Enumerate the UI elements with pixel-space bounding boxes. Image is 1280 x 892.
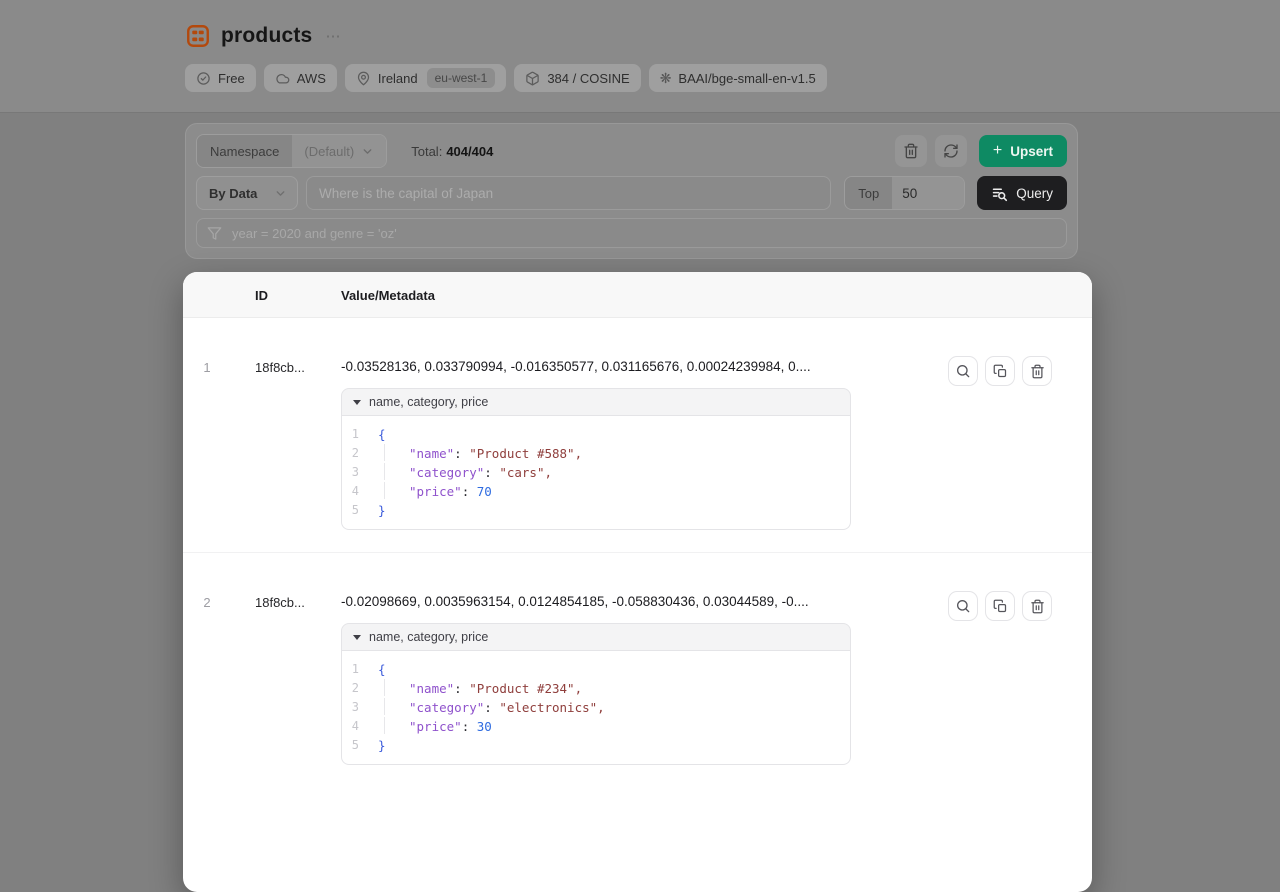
filter-field — [196, 218, 1067, 248]
delete-row-button[interactable] — [1022, 356, 1052, 386]
model-flower-icon: ❋ — [660, 71, 672, 85]
region-code-chip: eu-west-1 — [427, 68, 496, 88]
metadata-toggle[interactable]: name, category, price — [341, 623, 851, 651]
row-index: 2 — [195, 595, 219, 610]
top-control: Top — [844, 176, 965, 210]
metadata-json: 1{ 2"name": "Product #588", 3"category":… — [341, 416, 851, 530]
embedding-model-badge: ❋ BAAI/bge-small-en-v1.5 — [649, 64, 827, 92]
table-header: ID Value/Metadata — [183, 272, 1092, 318]
namespace-label: Namespace — [197, 135, 292, 167]
map-pin-icon — [356, 71, 371, 86]
trash-icon — [1030, 599, 1045, 614]
row-actions — [948, 356, 1052, 386]
data-browser: Namespace (Default) Total:404/404 — [0, 123, 1280, 892]
total-count: Total:404/404 — [411, 144, 493, 159]
page-title: products — [221, 24, 312, 48]
row-id: 18f8cb... — [255, 360, 305, 375]
plus-icon: + — [993, 143, 1002, 159]
table-row: 1 18f8cb... -0.03528136, 0.033790994, -0… — [183, 318, 1092, 553]
vector-preview: -0.02098669, 0.0035963154, 0.0124854185,… — [341, 593, 865, 611]
more-menu-button[interactable]: ⋯ — [322, 29, 344, 44]
query-panel: Namespace (Default) Total:404/404 — [185, 123, 1078, 259]
inspect-row-button[interactable] — [948, 356, 978, 386]
caret-down-icon — [353, 635, 361, 640]
row-index: 1 — [195, 360, 219, 375]
namespace-select[interactable]: (Default) — [292, 135, 386, 167]
funnel-icon — [207, 226, 222, 241]
vector-preview: -0.03528136, 0.033790994, -0.016350577, … — [341, 358, 865, 376]
index-grid-icon — [185, 23, 211, 49]
query-button[interactable]: Query — [977, 176, 1067, 210]
table-row: 2 18f8cb... -0.02098669, 0.0035963154, 0… — [183, 553, 1092, 787]
chevron-down-icon — [274, 187, 287, 200]
refresh-icon — [943, 143, 959, 159]
index-badges: Free AWS Ireland eu-west-1 384 / COSINE … — [185, 64, 1280, 92]
cloud-provider-badge: AWS — [264, 64, 337, 92]
top-input[interactable] — [892, 177, 964, 209]
query-input[interactable] — [306, 176, 831, 210]
region-badge: Ireland eu-west-1 — [345, 64, 506, 92]
copy-icon — [993, 364, 1008, 379]
row-id: 18f8cb... — [255, 595, 305, 610]
column-value-metadata: Value/Metadata — [341, 288, 435, 303]
copy-row-button[interactable] — [985, 591, 1015, 621]
top-label: Top — [845, 177, 892, 209]
search-icon — [955, 598, 971, 614]
metadata-block: name, category, price 1{ 2"name": "Produ… — [341, 388, 851, 530]
delete-row-button[interactable] — [1022, 591, 1052, 621]
search-icon — [955, 363, 971, 379]
query-mode-select[interactable]: By Data — [196, 176, 298, 210]
copy-icon — [993, 599, 1008, 614]
plan-badge: Free — [185, 64, 256, 92]
inspect-row-button[interactable] — [948, 591, 978, 621]
column-id: ID — [255, 288, 268, 303]
trash-icon — [903, 143, 919, 159]
row-actions — [948, 591, 1052, 621]
trash-icon — [1030, 364, 1045, 379]
badge-check-icon — [196, 71, 211, 86]
copy-row-button[interactable] — [985, 356, 1015, 386]
metadata-toggle[interactable]: name, category, price — [341, 388, 851, 416]
namespace-control: Namespace (Default) — [196, 134, 387, 168]
upsert-button[interactable]: + Upsert — [979, 135, 1067, 167]
filter-input[interactable] — [230, 225, 1056, 242]
search-list-icon — [991, 185, 1008, 202]
cloud-icon — [275, 71, 290, 86]
cube-icon — [525, 71, 540, 86]
data-table-card: ID Value/Metadata 1 18f8cb... -0.0352813… — [183, 272, 1092, 892]
delete-all-button[interactable] — [895, 135, 927, 167]
metadata-block: name, category, price 1{ 2"name": "Produ… — [341, 623, 851, 765]
chevron-down-icon — [361, 145, 374, 158]
index-header: products ⋯ Free AWS Ireland eu-west-1 — [0, 0, 1280, 113]
refresh-button[interactable] — [935, 135, 967, 167]
metadata-json: 1{ 2"name": "Product #234", 3"category":… — [341, 651, 851, 765]
caret-down-icon — [353, 400, 361, 405]
dimensions-badge: 384 / COSINE — [514, 64, 640, 92]
